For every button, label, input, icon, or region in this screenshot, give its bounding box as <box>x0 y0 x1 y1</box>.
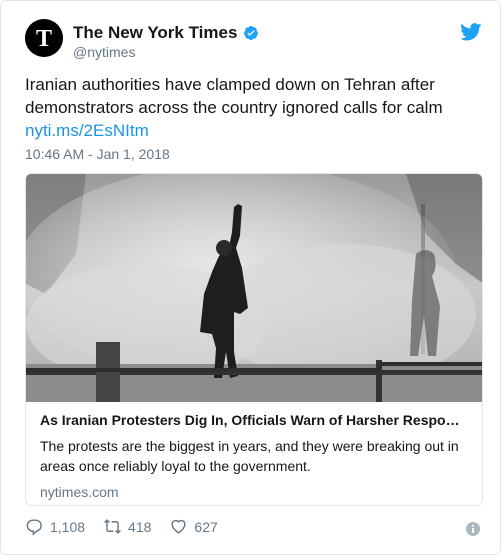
retweet-icon <box>104 519 121 534</box>
card-domain: nytimes.com <box>40 484 119 500</box>
card-title[interactable]: As Iranian Protesters Dig In, Officials … <box>40 412 470 428</box>
verified-badge-icon <box>244 26 259 40</box>
tweet-link[interactable]: nyti.ms/2EsNItm <box>25 121 149 140</box>
retweet-count: 418 <box>128 518 152 535</box>
reply-action[interactable]: 1,108 <box>25 517 85 536</box>
nyt-logo-icon: T <box>25 19 63 57</box>
avatar[interactable]: T <box>25 19 63 57</box>
tweet-body: Iranian authorities have clamped down on… <box>25 75 443 117</box>
card-body: As Iranian Protesters Dig In, Officials … <box>40 412 470 500</box>
tweet-actions: 1,108 418 627 <box>25 517 236 536</box>
link-card[interactable]: As Iranian Protesters Dig In, Officials … <box>25 173 483 506</box>
author-name[interactable]: The New York Times <box>73 23 237 43</box>
card-image <box>26 174 482 402</box>
twitter-bird-icon[interactable] <box>460 23 482 41</box>
embedded-tweet: T The New York Times @nytimes Iranian au… <box>0 0 501 555</box>
like-action[interactable]: 627 <box>169 517 218 536</box>
author-handle[interactable]: @nytimes <box>73 44 135 60</box>
like-count: 627 <box>194 518 218 535</box>
reply-icon <box>26 519 42 536</box>
retweet-action[interactable]: 418 <box>103 517 151 536</box>
author-name-row: The New York Times <box>73 23 259 43</box>
svg-text:T: T <box>36 26 52 52</box>
tweet-text: Iranian authorities have clamped down on… <box>25 73 485 142</box>
heart-icon <box>171 519 186 534</box>
reply-count: 1,108 <box>50 518 86 535</box>
card-description: The protests are the biggest in years, a… <box>40 438 459 474</box>
tweet-timestamp[interactable]: 10:46 AM - Jan 1, 2018 <box>25 146 170 162</box>
info-icon[interactable] <box>466 522 480 536</box>
